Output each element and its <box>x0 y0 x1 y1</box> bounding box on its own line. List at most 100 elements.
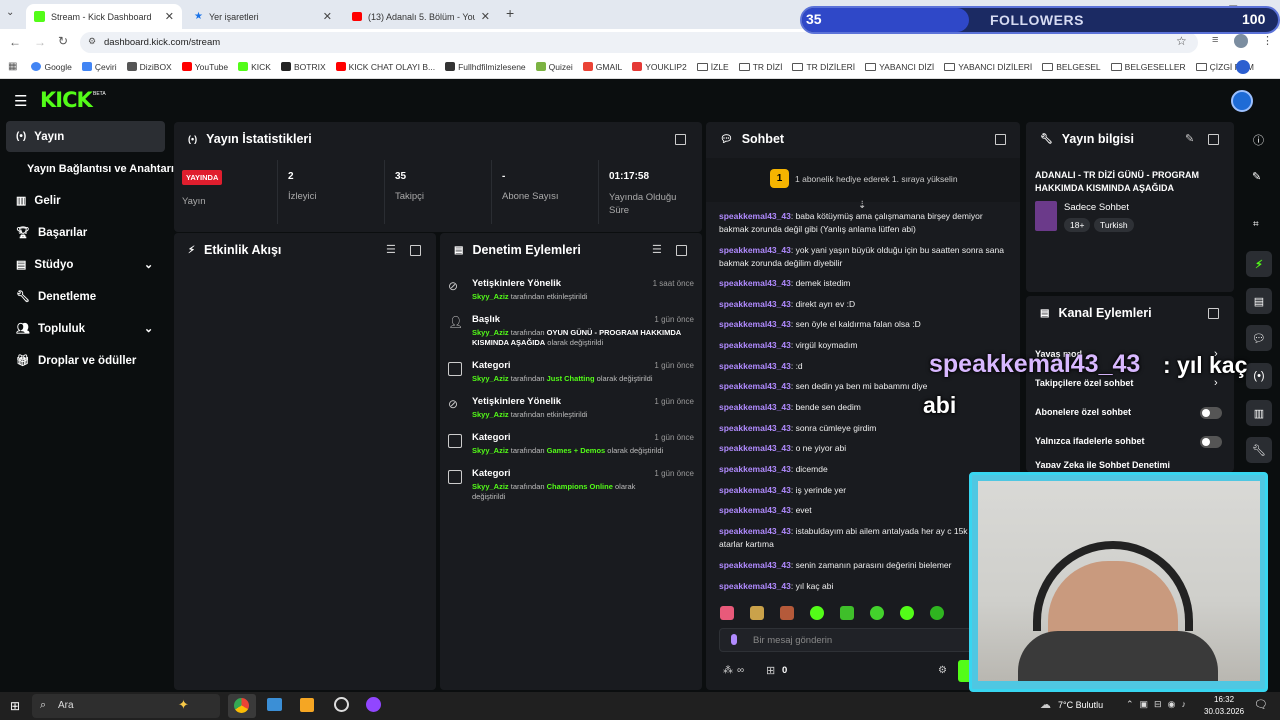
close-tab-icon[interactable]: ✕ <box>481 10 490 23</box>
chat-message[interactable]: speakkemal43_43: sen öyle el kaldırma fa… <box>719 318 1009 331</box>
bookmark-yabanci-diziler[interactable]: YABANCI DİZİLERİ <box>944 62 1032 72</box>
chat-message[interactable]: speakkemal43_43: istabuldayım abi ailem … <box>719 525 971 551</box>
chat-message-input[interactable]: Bir mesaj gönderin <box>719 628 1009 652</box>
apps-grid-icon[interactable]: ▦ <box>8 61 17 72</box>
extension-icon[interactable] <box>1236 60 1250 74</box>
taskbar-obs-icon[interactable] <box>334 697 349 712</box>
filter-icon[interactable]: ☰ <box>652 243 662 256</box>
gift-leaderboard-banner[interactable]: 1 1 abonelik hediye ederek 1. sıraya yük… <box>706 158 1020 202</box>
chat-message[interactable]: speakkemal43_43: direkt ayrı ev :D <box>719 298 1009 311</box>
bookmark-kick[interactable]: KICK <box>238 62 271 72</box>
emote-icon[interactable] <box>810 606 824 620</box>
subscribers-only-toggle[interactable] <box>1200 407 1222 419</box>
reading-list-icon[interactable]: ≡ <box>1212 34 1218 46</box>
popout-icon[interactable] <box>410 245 421 256</box>
bookmark-ceviri[interactable]: Çeviri <box>81 62 117 72</box>
wrench-icon[interactable]: 🔧︎ <box>1246 437 1272 463</box>
popout-icon[interactable] <box>675 134 686 145</box>
chat-message[interactable]: speakkemal43_43: demek istedim <box>719 277 1009 290</box>
tab-bookmarks[interactable]: ★ Yer işaretleri ✕ <box>186 4 340 29</box>
new-tab-icon[interactable]: + <box>506 5 514 21</box>
emote-icon[interactable] <box>930 606 944 620</box>
sidebar-item-basarilar[interactable]: 🏆︎ Başarılar <box>6 217 165 248</box>
clock-date[interactable]: 30.03.2026 <box>1204 707 1244 716</box>
sidebar-item-droplar[interactable]: 🎁︎ Droplar ve ödüller <box>6 345 165 376</box>
reload-icon[interactable]: ↻ <box>58 34 68 48</box>
user-avatar[interactable] <box>1231 90 1253 112</box>
participants-icon[interactable]: ⁂ <box>723 665 733 676</box>
bookmark-quizei[interactable]: Quizei <box>535 62 573 72</box>
chat-message[interactable]: speakkemal43_43: dicemde <box>719 463 1009 476</box>
tab-kick-dashboard[interactable]: Stream - Kick Dashboard ✕ <box>26 4 182 29</box>
emote-icon[interactable] <box>840 606 854 620</box>
sidebar-item-stream-key[interactable]: Yayın Bağlantısı ve Anahtarı <box>6 153 176 184</box>
filter-icon[interactable]: ☰ <box>386 243 396 256</box>
chat-message[interactable]: speakkemal43_43: sonra cümleye girdim <box>719 422 1009 435</box>
bookmark-tr-dizi[interactable]: TR DİZİ <box>738 62 782 72</box>
bookmark-youtube[interactable]: YouTube <box>181 62 228 72</box>
close-tab-icon[interactable]: ✕ <box>165 10 174 23</box>
popout-icon[interactable] <box>1208 134 1219 145</box>
tab-list-chevron-icon[interactable]: ⌄ <box>6 7 14 18</box>
chat-message[interactable]: speakkemal43_43: evet <box>719 504 1009 517</box>
clock-time[interactable]: 16:32 <box>1214 695 1234 704</box>
chat-message[interactable]: speakkemal43_43: iş yerinde yer <box>719 484 1009 497</box>
popout-icon[interactable] <box>995 134 1006 145</box>
info-icon[interactable]: ⓘ <box>1253 132 1264 148</box>
sidebar-item-denetleme[interactable]: 🔧︎ Denetleme <box>6 281 165 312</box>
chat-message[interactable]: speakkemal43_43: bende sen dedim <box>719 401 1009 414</box>
profile-avatar[interactable] <box>1234 34 1248 48</box>
chat-settings-icon[interactable]: ⚙ <box>938 665 947 676</box>
site-info-icon[interactable]: ⚙ <box>88 36 96 47</box>
bookmark-youklip[interactable]: YOUKLIP2 <box>632 62 687 72</box>
weather-text[interactable]: 7°C Bulutlu <box>1058 700 1103 710</box>
taskbar-search[interactable]: ⌕ Ara ✦ <box>32 694 220 718</box>
taskbar-app-icon[interactable] <box>300 698 314 712</box>
back-icon[interactable]: ← <box>9 35 21 49</box>
edit-pencil-icon[interactable]: ✎ <box>1185 132 1194 145</box>
bookmark-yabanci-dizi[interactable]: YABANCI DİZİ <box>865 62 934 72</box>
bookmark-star-icon[interactable]: ☆ <box>1176 34 1187 48</box>
bookmark-botrix[interactable]: BOTRIX <box>280 62 326 72</box>
taskbar-explorer-icon[interactable] <box>267 698 282 711</box>
taskbar-app2-icon[interactable] <box>366 697 381 712</box>
ai-moderation-label[interactable]: Yapay Zeka ile Sohbet Denetimi <box>1035 460 1170 468</box>
chat-message[interactable]: speakkemal43_43: o ne yiyor abi <box>719 442 1009 455</box>
close-tab-icon[interactable]: ✕ <box>323 10 332 23</box>
kick-logo[interactable]: KICK <box>40 88 93 112</box>
popout-icon[interactable] <box>1208 308 1219 319</box>
emote-icon[interactable] <box>780 606 794 620</box>
emote-icon[interactable] <box>900 606 914 620</box>
emote-icon[interactable] <box>720 606 734 620</box>
lightning-icon[interactable]: ⚡︎ <box>1246 251 1272 277</box>
bookmark-google[interactable]: Google <box>31 62 72 72</box>
bookmark-dizibox[interactable]: DiziBOX <box>126 62 172 72</box>
chat-bubble-icon[interactable]: 💬︎ <box>1246 325 1272 351</box>
popout-icon[interactable] <box>676 245 687 256</box>
sidebar-item-gelir[interactable]: ▥ Gelir <box>6 185 165 216</box>
forward-icon[interactable]: → <box>34 35 46 49</box>
chat-message[interactable]: speakkemal43_43: sen dedin ya ben mi bab… <box>719 380 1009 393</box>
hamburger-menu-icon[interactable]: ☰ <box>14 92 27 110</box>
bookmark-belgeseller[interactable]: BELGESELLER <box>1110 62 1186 72</box>
emote-icon[interactable] <box>750 606 764 620</box>
system-tray-icons[interactable]: ⌃▣⊟◉♪ <box>1126 699 1192 710</box>
sidebar-item-studyo[interactable]: ▤ Stüdyo ⌄ <box>6 249 165 280</box>
sidebar-item-yayin[interactable]: (•) Yayın <box>6 121 165 152</box>
bookmark-tr-diziler[interactable]: TR DİZİLERİ <box>792 62 855 72</box>
bookmark-gmail[interactable]: GMAIL <box>582 62 622 72</box>
crop-icon[interactable]: ⌗ <box>1253 219 1259 230</box>
chat-message[interactable]: speakkemal43_43: baba kötüymüş ama çalış… <box>719 210 1009 236</box>
bookmark-izle[interactable]: İZLE <box>696 62 729 72</box>
edit-pencil-icon[interactable]: ✎ <box>1252 170 1261 183</box>
sidebar-item-topluluk[interactable]: 👥︎ Topluluk ⌄ <box>6 313 165 344</box>
channel-points-icon[interactable]: ⊞ <box>766 664 775 677</box>
bookmark-kick-chat[interactable]: KICK CHAT OLAYI B... <box>335 62 435 72</box>
windows-start-icon[interactable]: ⊞ <box>10 699 20 713</box>
notification-icon[interactable]: 🗨︎ <box>1254 698 1268 711</box>
emote-icon[interactable] <box>870 606 884 620</box>
chat-message[interactable]: speakkemal43_43: yok yani yaşın büyük ol… <box>719 244 1009 270</box>
bookmark-fullhd[interactable]: Fullhdfilmizlesene <box>445 62 526 72</box>
chat-message[interactable]: speakkemal43_43: senin zamanın parasını … <box>719 559 971 572</box>
bookmark-belgesel[interactable]: BELGESEL <box>1042 62 1101 72</box>
